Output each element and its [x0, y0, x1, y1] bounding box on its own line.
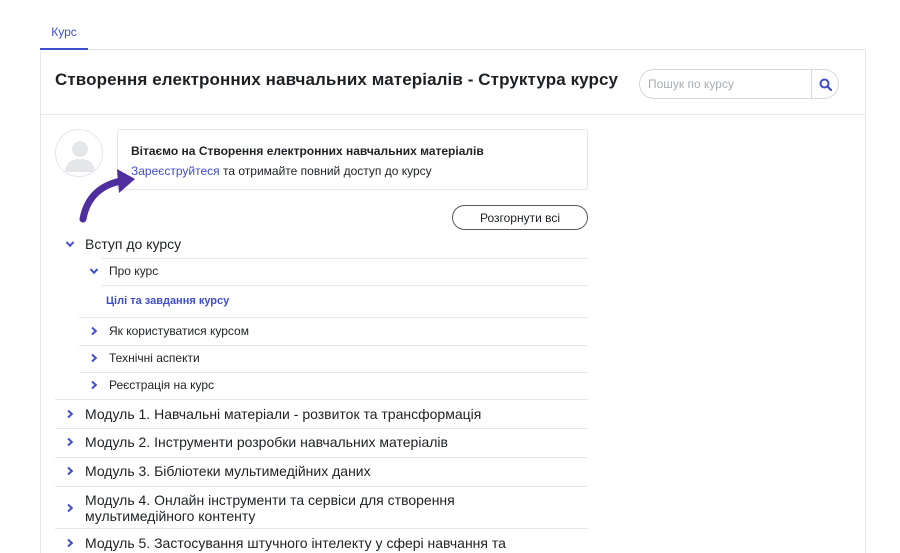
- chevron-right-icon: [91, 380, 98, 390]
- section-title: Модуль 1. Навчальні матеріали - розвиток…: [85, 406, 482, 422]
- section-module-5[interactable]: Модуль 5. Застосування штучного інтелект…: [65, 535, 506, 551]
- subsection-how-to-use[interactable]: Як користуватися курсом: [89, 324, 249, 338]
- expand-all-button[interactable]: Розгорнути всі: [452, 205, 588, 230]
- welcome-box: Вітаємо на Створення електронних навчаль…: [117, 129, 588, 190]
- course-tabs: Курс: [40, 0, 866, 50]
- activity-link-goals[interactable]: Цілі та завдання курсу: [106, 295, 229, 307]
- section-title-line-1: Модуль 4. Онлайн інструменти та сервіси …: [85, 492, 455, 508]
- section-title: Модуль 3. Бібліотеки мультимедійних дани…: [85, 463, 371, 479]
- subsection-title: Реєстрація на курс: [109, 378, 215, 392]
- section-title: Модуль 5. Застосування штучного інтелект…: [85, 535, 506, 551]
- chevron-right-icon: [67, 409, 74, 419]
- tab-course[interactable]: Курс: [40, 22, 88, 50]
- search-button[interactable]: [811, 69, 839, 99]
- chevron-right-icon: [67, 437, 74, 447]
- curved-arrow-icon: [79, 169, 135, 223]
- chevron-right-icon: [91, 326, 98, 336]
- search-input[interactable]: [639, 69, 815, 99]
- section-title: Вступ до курсу: [85, 236, 182, 252]
- divider: [102, 258, 588, 259]
- chevron-right-icon: [67, 538, 74, 548]
- welcome-message: Зареєструйтеся та отримайте повний досту…: [131, 164, 432, 178]
- section-title-line-2: мультимедійного контенту: [85, 508, 256, 524]
- chevron-right-icon: [67, 466, 74, 476]
- subsection-title: Технічні аспекти: [109, 351, 200, 365]
- divider: [55, 428, 588, 429]
- page-header: Створення електронних навчальних матеріа…: [41, 51, 865, 115]
- divider: [55, 528, 588, 529]
- divider: [55, 486, 588, 487]
- welcome-title: Вітаємо на Створення електронних навчаль…: [131, 144, 484, 158]
- course-search: [639, 69, 839, 99]
- section-module-1[interactable]: Модуль 1. Навчальні матеріали - розвиток…: [65, 406, 481, 422]
- subsection-technical[interactable]: Технічні аспекти: [89, 351, 200, 365]
- subsection-title: Про курс: [109, 264, 159, 278]
- section-intro[interactable]: Вступ до курсу: [65, 236, 181, 252]
- subsection-title: Як користуватися курсом: [109, 324, 249, 338]
- course-panel: Створення електронних навчальних матеріа…: [40, 51, 866, 553]
- section-module-4[interactable]: Модуль 4. Онлайн інструменти та сервіси …: [65, 492, 455, 524]
- chevron-right-icon: [67, 503, 74, 513]
- divider: [55, 399, 588, 400]
- divider: [55, 457, 588, 458]
- section-module-3[interactable]: Модуль 3. Бібліотеки мультимедійних дани…: [65, 463, 371, 479]
- divider: [102, 285, 588, 286]
- chevron-down-icon: [89, 268, 99, 275]
- divider: [79, 372, 588, 373]
- divider: [79, 317, 588, 318]
- section-title: Модуль 2. Інструменти розробки навчальни…: [85, 434, 448, 450]
- welcome-rest-text: та отримайте повний доступ до курсу: [219, 164, 432, 178]
- chevron-down-icon: [65, 241, 75, 248]
- section-module-2[interactable]: Модуль 2. Інструменти розробки навчальни…: [65, 434, 448, 450]
- search-icon: [819, 78, 832, 91]
- divider: [79, 345, 588, 346]
- section-title: Модуль 4. Онлайн інструменти та сервіси …: [85, 492, 455, 524]
- subsection-about[interactable]: Про курс: [89, 264, 158, 278]
- chevron-right-icon: [91, 353, 98, 363]
- subsection-registration[interactable]: Реєстрація на курс: [89, 378, 214, 392]
- page-title: Створення електронних навчальних матеріа…: [55, 70, 619, 89]
